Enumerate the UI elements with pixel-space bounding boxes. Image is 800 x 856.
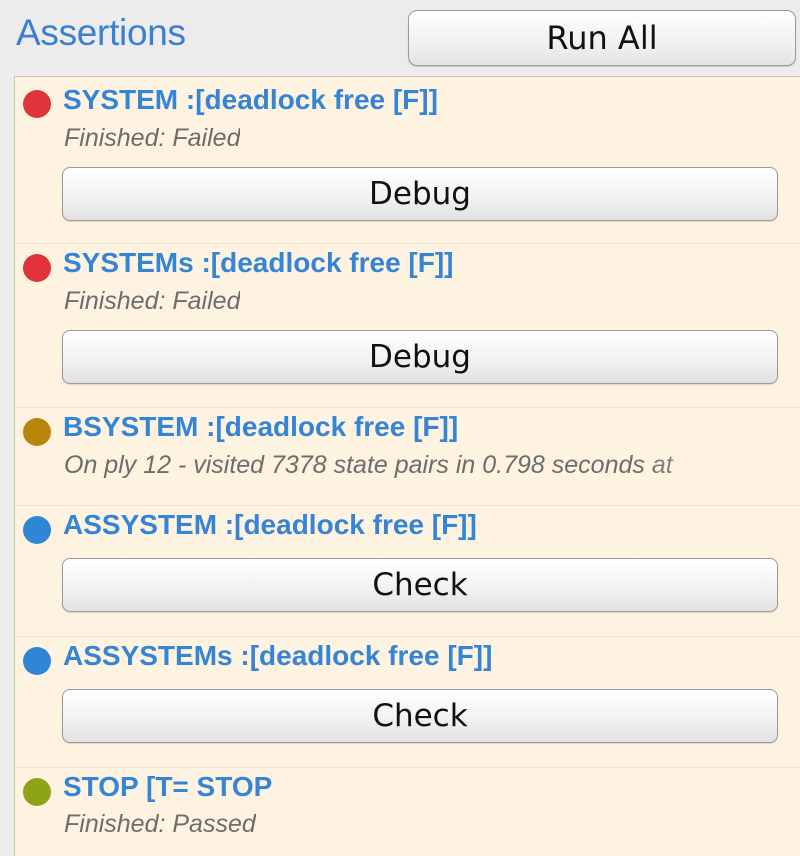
check-button[interactable]: Check [62, 689, 778, 743]
assertion-name[interactable]: SYSTEM :[deadlock free [F]] [63, 84, 438, 116]
separator [15, 636, 800, 637]
status-dot-failed-icon [23, 254, 51, 282]
assertion-status: On ply 12 - visited 7378 state pairs in … [64, 451, 673, 479]
check-button[interactable]: Check [62, 558, 778, 612]
status-dot-pending-icon [23, 516, 51, 544]
status-dot-pending-icon [23, 647, 51, 675]
assertion-name[interactable]: ASSYSTEMs :[deadlock free [F]] [63, 640, 492, 672]
assertions-list: SYSTEM :[deadlock free [F]] Finished: Fa… [14, 76, 800, 856]
assertion-status: Finished: Passed [64, 810, 256, 838]
run-all-button[interactable]: Run All [408, 10, 796, 66]
assertion-name[interactable]: ASSYSTEM :[deadlock free [F]] [63, 509, 477, 541]
status-dot-running-icon [23, 418, 51, 446]
assertion-status: Finished: Failed [64, 287, 241, 315]
assertion-name[interactable]: BSYSTEM :[deadlock free [F]] [63, 411, 458, 443]
debug-button[interactable]: Debug [62, 330, 778, 384]
assertion-name[interactable]: STOP [T= STOP [63, 771, 272, 803]
assertion-status: Finished: Failed [64, 124, 241, 152]
separator [15, 767, 800, 768]
assertion-name[interactable]: SYSTEMs :[deadlock free [F]] [63, 247, 454, 279]
separator [15, 407, 800, 408]
separator [15, 505, 800, 506]
panel-title: Assertions [16, 12, 186, 53]
separator [15, 243, 800, 244]
status-dot-failed-icon [23, 90, 51, 118]
debug-button[interactable]: Debug [62, 167, 778, 221]
status-dot-passed-icon [23, 778, 51, 806]
